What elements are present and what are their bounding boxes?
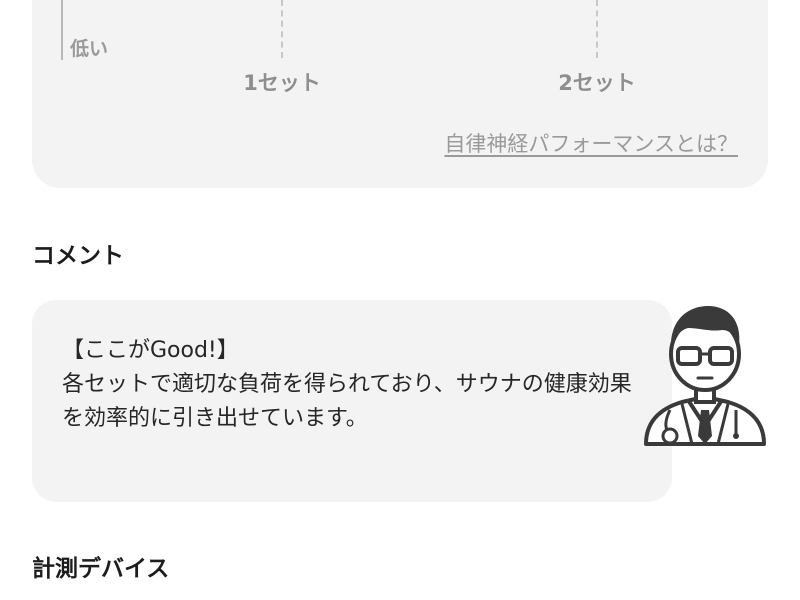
x-tick-label-set-1: 1セット bbox=[243, 71, 321, 95]
comment-body: 各セットで適切な負荷を得られており、サウナの健康効果を効率的に引き出せています。 bbox=[62, 372, 632, 431]
autonomic-chart-card: 低い 1セット 2セット 自律神経パフォーマンスとは？ bbox=[32, 0, 768, 188]
doctor-icon bbox=[640, 298, 770, 458]
comment-section-title: コメント bbox=[32, 243, 124, 269]
autonomic-chart: 低い 1セット 2セット bbox=[32, 0, 768, 188]
y-axis-line bbox=[61, 0, 63, 60]
comment-card: 【ここがGood!】 各セットで適切な負荷を得られており、サウナの健康効果を効率… bbox=[32, 300, 672, 502]
set-2-gridline bbox=[596, 0, 598, 58]
page: 低い 1セット 2セット 自律神経パフォーマンスとは？ コメント 【ここがGoo… bbox=[0, 0, 800, 600]
autonomic-performance-help-link[interactable]: 自律神経パフォーマンスとは？ bbox=[444, 128, 738, 158]
comment-headline: 【ここがGood!】 bbox=[62, 338, 239, 363]
set-1-gridline bbox=[281, 0, 283, 58]
x-tick-label-set-2: 2セット bbox=[558, 71, 636, 95]
comment-text: 【ここがGood!】 各セットで適切な負荷を得られており、サウナの健康効果を効率… bbox=[62, 334, 642, 436]
measurement-device-section-title: 計測デバイス bbox=[32, 556, 170, 582]
y-axis-low-label: 低い bbox=[70, 38, 109, 60]
